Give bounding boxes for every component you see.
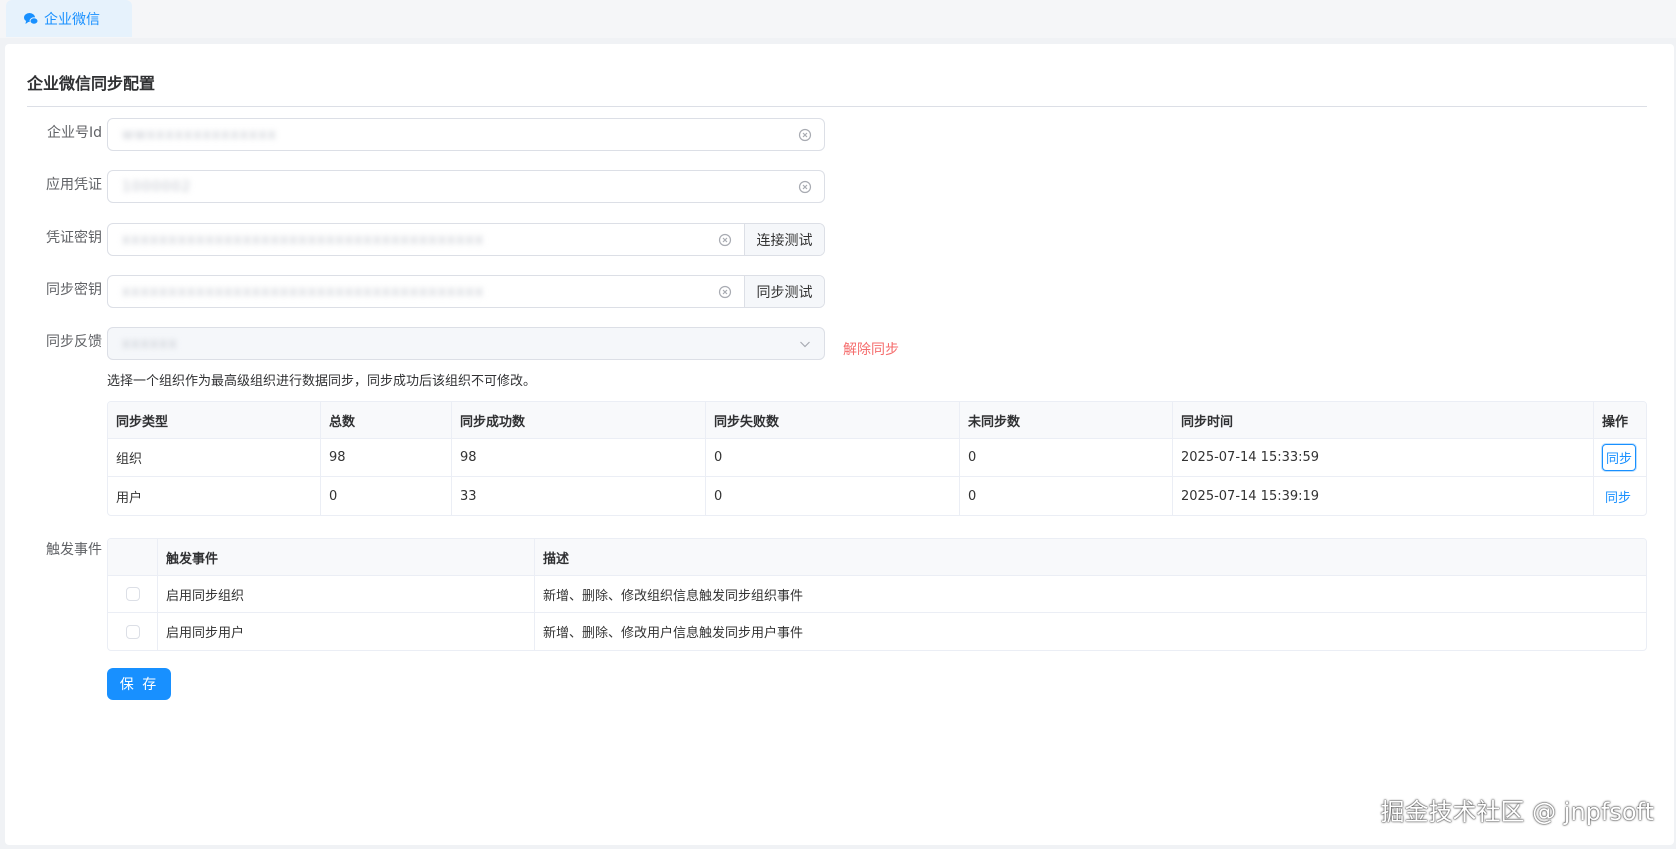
feedback-value: xxxxxx xyxy=(122,335,178,352)
col-total: 总数 xyxy=(321,402,452,438)
clear-icon[interactable] xyxy=(798,180,812,194)
cell-desc: 新增、删除、修改组织信息触发同步组织事件 xyxy=(543,588,804,604)
cell-failed: 0 xyxy=(706,439,960,476)
cell-success: 33 xyxy=(452,477,706,515)
secret-label: 凭证密钥 xyxy=(46,230,102,246)
save-button[interactable]: 保 存 xyxy=(107,668,171,700)
agent-id-value: 1000002 xyxy=(122,178,192,195)
sync-secret-value: xxxxxxxxxxxxxxxxxxxxxxxxxxxxxxxxxxxxxxx xyxy=(122,283,485,300)
col-event: 触发事件 xyxy=(158,539,535,575)
clear-icon[interactable] xyxy=(718,233,732,247)
cell-action: 同步 xyxy=(1594,477,1646,515)
col-failed: 同步失败数 xyxy=(706,402,960,438)
cell-type: 组织 xyxy=(108,439,321,476)
feedback-select[interactable]: xxxxxx xyxy=(107,327,825,360)
events-label: 触发事件 xyxy=(46,542,102,558)
col-pending: 未同步数 xyxy=(960,402,1173,438)
corp-id-label: 企业号Id xyxy=(46,125,102,141)
cell-desc: 新增、删除、修改用户信息触发同步用户事件 xyxy=(543,626,804,641)
cell-success: 98 xyxy=(452,439,706,476)
tab-label: 企业微信 xyxy=(44,11,100,28)
secret-input[interactable]: xxxxxxxxxxxxxxxxxxxxxxxxxxxxxxxxxxxxxxx … xyxy=(107,223,825,256)
clear-icon[interactable] xyxy=(718,285,732,299)
cell-type: 用户 xyxy=(108,477,321,515)
connection-test-button[interactable]: 连接测试 xyxy=(744,224,824,255)
sync-table: 同步类型 总数 同步成功数 同步失败数 未同步数 同步时间 操作 组织 98 9… xyxy=(107,401,1647,516)
col-success: 同步成功数 xyxy=(452,402,706,438)
cell-select xyxy=(108,576,158,612)
table-row: 组织 98 98 0 0 2025-07-14 15:33:59 同步 xyxy=(108,439,1646,477)
cell-event: 启用同步用户 xyxy=(158,613,535,650)
sync-test-button[interactable]: 同步测试 xyxy=(744,276,824,307)
cell-time: 2025-07-14 15:33:59 xyxy=(1173,439,1594,476)
unsync-link[interactable]: 解除同步 xyxy=(843,340,899,360)
clear-icon[interactable] xyxy=(798,128,812,142)
cell-failed: 0 xyxy=(706,477,960,515)
cell-time: 2025-07-14 15:39:19 xyxy=(1173,477,1594,515)
cell-action: 同步 xyxy=(1594,439,1646,476)
col-type: 同步类型 xyxy=(108,402,321,438)
cell-select xyxy=(108,613,158,650)
secret-value: xxxxxxxxxxxxxxxxxxxxxxxxxxxxxxxxxxxxxxx xyxy=(122,231,485,248)
cell-pending: 0 xyxy=(960,477,1173,515)
events-table: 触发事件 描述 启用同步组织 新增、删除、修改组织信息触发同步组织事件 启用同步… xyxy=(107,538,1647,651)
sync-user-button[interactable]: 同步 xyxy=(1602,484,1634,509)
col-time: 同步时间 xyxy=(1173,402,1594,438)
event-checkbox[interactable] xyxy=(126,587,140,601)
table-row: 启用同步用户 新增、删除、修改用户信息触发同步用户事件 xyxy=(108,613,1646,650)
corp-id-input[interactable]: wwxxxxxxxxxxxxxx xyxy=(107,118,825,151)
sync-secret-label: 同步密钥 xyxy=(46,282,102,298)
sync-secret-input[interactable]: xxxxxxxxxxxxxxxxxxxxxxxxxxxxxxxxxxxxxxx … xyxy=(107,275,825,308)
feedback-label: 同步反馈 xyxy=(46,334,102,350)
table-row: 启用同步组织 新增、删除、修改组织信息触发同步组织事件 xyxy=(108,576,1646,613)
title-divider xyxy=(27,106,1647,107)
col-desc: 描述 xyxy=(535,539,1646,575)
chevron-down-icon xyxy=(798,337,812,351)
agent-id-label: 应用凭证 xyxy=(46,177,102,193)
cell-total: 98 xyxy=(321,439,452,476)
sync-hint: 选择一个组织作为最高级组织进行数据同步，同步成功后该组织不可修改。 xyxy=(107,374,537,389)
table-row: 用户 0 33 0 0 2025-07-14 15:39:19 同步 xyxy=(108,477,1646,515)
agent-id-input[interactable]: 1000002 xyxy=(107,170,825,203)
sync-org-button[interactable]: 同步 xyxy=(1602,444,1637,471)
col-select xyxy=(108,539,158,575)
config-card: 企业微信同步配置 企业号Id wwxxxxxxxxxxxxxx 应用凭证 100… xyxy=(5,44,1674,845)
cell-pending: 0 xyxy=(960,439,1173,476)
col-action: 操作 xyxy=(1594,402,1646,438)
page-title: 企业微信同步配置 xyxy=(27,74,156,93)
tab-wecom[interactable]: 企业微信 xyxy=(6,0,132,37)
table-header: 触发事件 描述 xyxy=(108,539,1646,576)
cell-total: 0 xyxy=(321,477,452,515)
tab-bar: 企业微信 xyxy=(0,0,1676,38)
cell-event: 启用同步组织 xyxy=(158,576,535,612)
table-header: 同步类型 总数 同步成功数 同步失败数 未同步数 同步时间 操作 xyxy=(108,402,1646,439)
event-checkbox[interactable] xyxy=(126,624,140,639)
corp-id-value: wwxxxxxxxxxxxxxx xyxy=(122,126,277,143)
chat-bubbles-icon xyxy=(23,11,39,27)
watermark: 掘金技术社区 @ jnpfsoft xyxy=(1380,798,1654,826)
